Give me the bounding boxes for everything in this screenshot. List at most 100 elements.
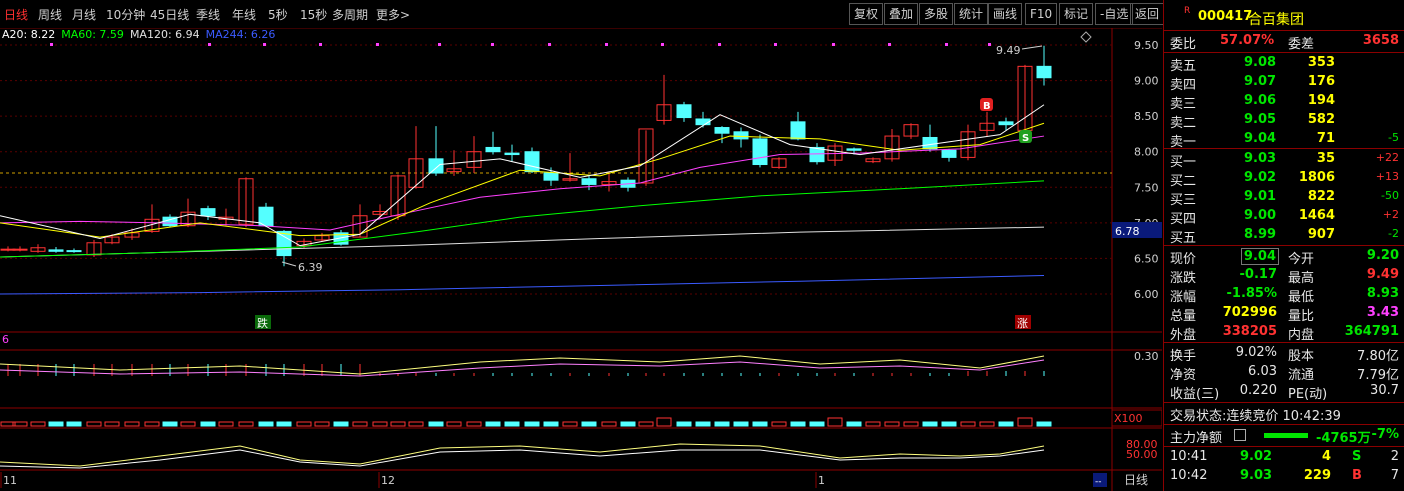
quote-value: 3.43 [1366,305,1399,320]
money-bar [30,421,46,427]
ask-row-2: 卖三 9.06 194 [1164,93,1404,112]
money-bar [372,421,388,427]
candle-body [752,138,768,166]
signal-dot [605,43,608,46]
money-bar [922,421,938,427]
money-bar [809,421,825,427]
signal-dot [888,43,891,46]
fund-value: 7.80亿 [1357,349,1399,364]
bid-price: 9.01 [1244,189,1277,204]
weibi-label: 委比 [1170,37,1197,52]
signal-dot [548,43,551,46]
money-bar [790,421,806,427]
candle-body [66,250,82,253]
money-bar [504,421,520,427]
kline-chart[interactable]: 9.509.008.508.007.507.006.506.006.789.49… [0,0,1162,491]
bid-row-3: 买四 9.00 1464 +2 [1164,208,1404,227]
stock-name: 合百集团 [1248,12,1304,28]
money-bar [656,417,672,427]
quote-row-2: 涨幅 -1.85% 最低 8.93 [1164,286,1404,305]
x100-label: X100 [1114,412,1143,425]
ask-label: 卖五 [1170,59,1197,74]
candle-body [428,158,444,174]
fund-row-1: 净资 6.03 流通 7.79亿 [1164,364,1404,383]
money-bar [827,417,843,427]
quote-label: 涨幅 [1170,290,1197,305]
quote-label: 今开 [1288,252,1315,267]
money-bar [408,421,424,427]
money-bar [428,421,444,427]
quote-label: 外盘 [1170,328,1197,343]
candle-body [733,131,749,140]
money-bar [581,421,597,427]
money-bar [524,421,540,427]
money-bar [695,421,711,427]
kdj-k-line [0,443,1045,467]
quote-panel: R 000417 合百集团 委比 57.07% 委差 3658 卖五 9.08 35… [1163,0,1404,491]
quote-row-4: 外盘 338205 内盘 364791 [1164,324,1404,343]
candle-body [276,230,292,257]
tick-time: 10:41 [1170,449,1208,464]
ask-vol: 194 [1307,93,1335,108]
money-bar [865,421,881,427]
quote-label: 总量 [1170,309,1197,324]
bid-row-1: 买二 9.02 1806 +13 [1164,170,1404,189]
quote-value: 9.20 [1366,248,1399,263]
candle-body [48,249,64,252]
quote-label: 内盘 [1288,328,1315,343]
bid-row-0: 买一 9.03 35 +22 [1164,151,1404,170]
bid-vol: 35 [1316,151,1335,166]
candle-body [790,121,806,140]
candle-body [485,146,501,153]
candle-body [846,148,862,151]
money-bar [752,421,768,427]
bid-change: +2 [1382,208,1399,221]
money-bar [903,421,919,427]
ask-row-3: 卖二 9.05 582 [1164,112,1404,131]
signal-dot [263,43,266,46]
bid-label: 买一 [1170,155,1197,170]
ask-row-4: 卖一 9.04 71 -5 [1164,131,1404,150]
current-price-text: 6.78 [1115,225,1140,238]
money-bar [66,421,82,427]
money-bar [676,421,692,427]
tick-side: S [1352,449,1362,464]
diamond-icon [1080,31,1092,43]
signal-dot [774,43,777,46]
bid-row-4: 买五 8.99 907 -2 [1164,227,1404,246]
stock-header: R 000417 合百集团 [1164,6,1404,28]
signal-dot [661,43,664,46]
money-bar [446,421,462,427]
tick-price: 9.03 [1240,468,1273,483]
ask-vol: 353 [1307,55,1335,70]
scroll-button-text: -- [1095,477,1102,487]
quote-row-0: 现价 9.04 今开 9.20 [1164,248,1404,267]
ask-label: 卖三 [1170,97,1197,112]
bid-label: 买二 [1170,174,1197,189]
trade-status: 交易状态:连续竞价 10:42:39 [1164,405,1404,424]
ask-price: 9.07 [1244,74,1277,89]
money-bar [124,421,140,427]
money-bar [733,421,749,427]
candle-body [714,127,730,134]
main-force-row[interactable]: 主力净额 -4765万 -7% [1164,427,1404,446]
money-bar [714,421,730,427]
money-bar [296,421,312,427]
price-axis-label: 6.00 [1134,288,1159,301]
fund-row-2: 收益(三) 0.220 PE(动) 30.7 [1164,383,1404,402]
quote-value: 8.93 [1366,286,1399,301]
price-axis-label: 8.00 [1134,146,1159,159]
main-force-pct: -7% [1371,427,1399,442]
money-bar [941,421,957,427]
money-bar [979,421,995,427]
candle-body [581,178,597,185]
money-bar [352,421,368,427]
weibi-value: 57.07% [1220,33,1275,48]
signal-dot [50,43,53,46]
list-icon[interactable] [1234,429,1246,441]
money-bar [884,421,900,427]
weicha-value: 3658 [1362,33,1399,48]
price-axis-label: 8.50 [1134,110,1159,123]
stock-badge: R [1184,6,1191,16]
tick-time: 10:42 [1170,468,1208,483]
